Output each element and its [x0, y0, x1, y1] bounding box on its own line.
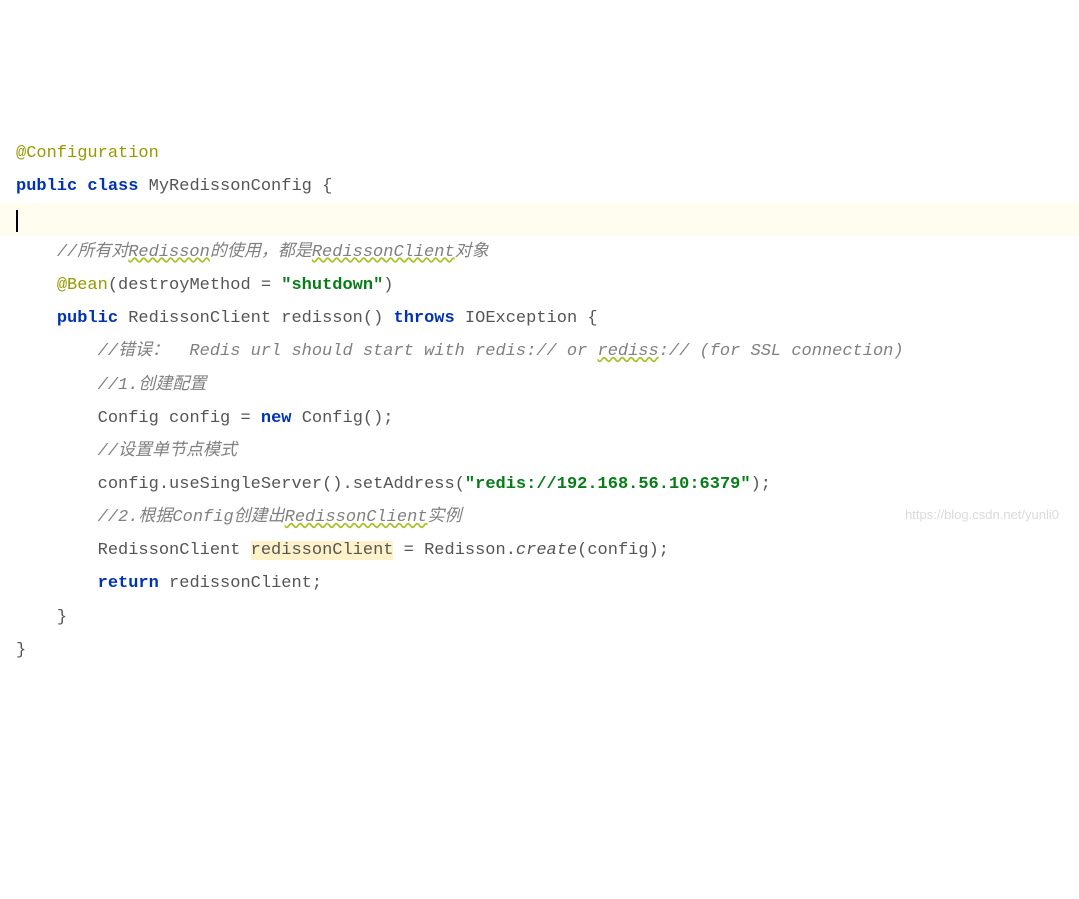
keyword-public: public: [57, 309, 118, 328]
code-line-10: //设置单节点模式: [16, 435, 1079, 468]
paren: (: [108, 276, 118, 295]
comment-line: //错误： Redis url should start with redis:…: [98, 342, 904, 361]
brace-open: {: [577, 309, 597, 328]
code-line-9: Config config = new Config();: [16, 402, 1079, 435]
exception-type: IOException: [465, 309, 577, 328]
string-literal: "redis://192.168.56.10:6379": [465, 475, 751, 494]
equals: =: [251, 276, 282, 295]
variable: config: [98, 475, 159, 494]
code-line-4: //所有对Redisson的使用，都是RedissonClient对象: [16, 236, 1079, 269]
code-line-13: RedissonClient redissonClient = Redisson…: [16, 534, 1079, 567]
comment-text: 实例: [427, 508, 461, 527]
statement-end: );: [649, 541, 669, 560]
code-line-3-active: [0, 203, 1079, 236]
comment-text: 的使用，都是: [210, 243, 312, 262]
string-literal: "shutdown": [281, 276, 383, 295]
code-line-2: public class MyRedissonConfig {: [16, 170, 1079, 203]
equals: =: [230, 409, 261, 428]
variable: config: [169, 409, 230, 428]
type-redisson-client: RedissonClient: [98, 541, 241, 560]
method-call: useSingleServer: [169, 475, 322, 494]
text-caret: [16, 210, 18, 232]
code-line-7: //错误： Redis url should start with redis:…: [16, 335, 1079, 368]
argument: config: [587, 541, 648, 560]
comment-text: 对象: [455, 243, 489, 262]
method-name: redisson: [281, 309, 363, 328]
comment-wavy: RedissonClient: [312, 243, 455, 262]
code-line-11: config.useSingleServer().setAddress("red…: [16, 468, 1079, 501]
comment-line: //设置单节点模式: [98, 442, 237, 461]
class-ref: Redisson: [424, 541, 506, 560]
comment-wavy: Redisson: [128, 243, 210, 262]
annotation-param: destroyMethod: [118, 276, 251, 295]
equals: =: [393, 541, 424, 560]
statement-end: ();: [363, 409, 394, 428]
comment-line: //2.根据Config创建出RedissonClient实例: [98, 508, 462, 527]
code-line-5: @Bean(destroyMethod = "shutdown"): [16, 269, 1079, 302]
return-type: RedissonClient: [128, 309, 271, 328]
method-call: setAddress: [353, 475, 455, 494]
brace-close: }: [57, 608, 67, 627]
parens: ().: [322, 475, 353, 494]
annotation-configuration: @Configuration: [16, 144, 159, 163]
statement-end: ;: [312, 574, 322, 593]
code-line-16: }: [16, 634, 1079, 667]
static-method-call: create: [516, 541, 577, 560]
code-line-6: public RedissonClient redisson() throws …: [16, 302, 1079, 335]
paren: (: [577, 541, 587, 560]
brace-close: }: [16, 641, 26, 660]
paren: (: [455, 475, 465, 494]
comment-wavy: RedissonClient: [285, 508, 428, 527]
variable: redissonClient: [169, 574, 312, 593]
code-line-1: @Configuration: [16, 137, 1079, 170]
comment-text: :// (for SSL connection): [659, 342, 904, 361]
paren: ): [383, 276, 393, 295]
type-config: Config: [98, 409, 159, 428]
comment-wavy: rediss: [598, 342, 659, 361]
code-line-14: return redissonClient;: [16, 567, 1079, 600]
keyword-throws: throws: [394, 309, 455, 328]
annotation-bean: @Bean: [57, 276, 108, 295]
variable-highlighted: redissonClient: [251, 541, 394, 560]
watermark-text: https://blog.csdn.net/yunli0: [905, 502, 1059, 527]
keyword-new: new: [261, 409, 292, 428]
dot: .: [159, 475, 169, 494]
class-name: MyRedissonConfig: [149, 177, 312, 196]
brace-open: {: [312, 177, 332, 196]
comment-text: //所有对: [57, 243, 128, 262]
comment-line: //1.创建配置: [98, 376, 207, 395]
statement-end: );: [751, 475, 771, 494]
code-editor[interactable]: @Configuration public class MyRedissonCon…: [16, 137, 1079, 667]
parens: (): [363, 309, 383, 328]
comment-text: //2.根据Config创建出: [98, 508, 285, 527]
code-line-8: //1.创建配置: [16, 369, 1079, 402]
code-line-15: }: [16, 601, 1079, 634]
comment-text: //错误： Redis url should start with redis:…: [98, 342, 598, 361]
type-config: Config: [302, 409, 363, 428]
dot: .: [506, 541, 516, 560]
keyword-class: class: [87, 177, 138, 196]
comment-line: //所有对Redisson的使用，都是RedissonClient对象: [57, 243, 489, 262]
keyword-public: public: [16, 177, 77, 196]
keyword-return: return: [98, 574, 159, 593]
